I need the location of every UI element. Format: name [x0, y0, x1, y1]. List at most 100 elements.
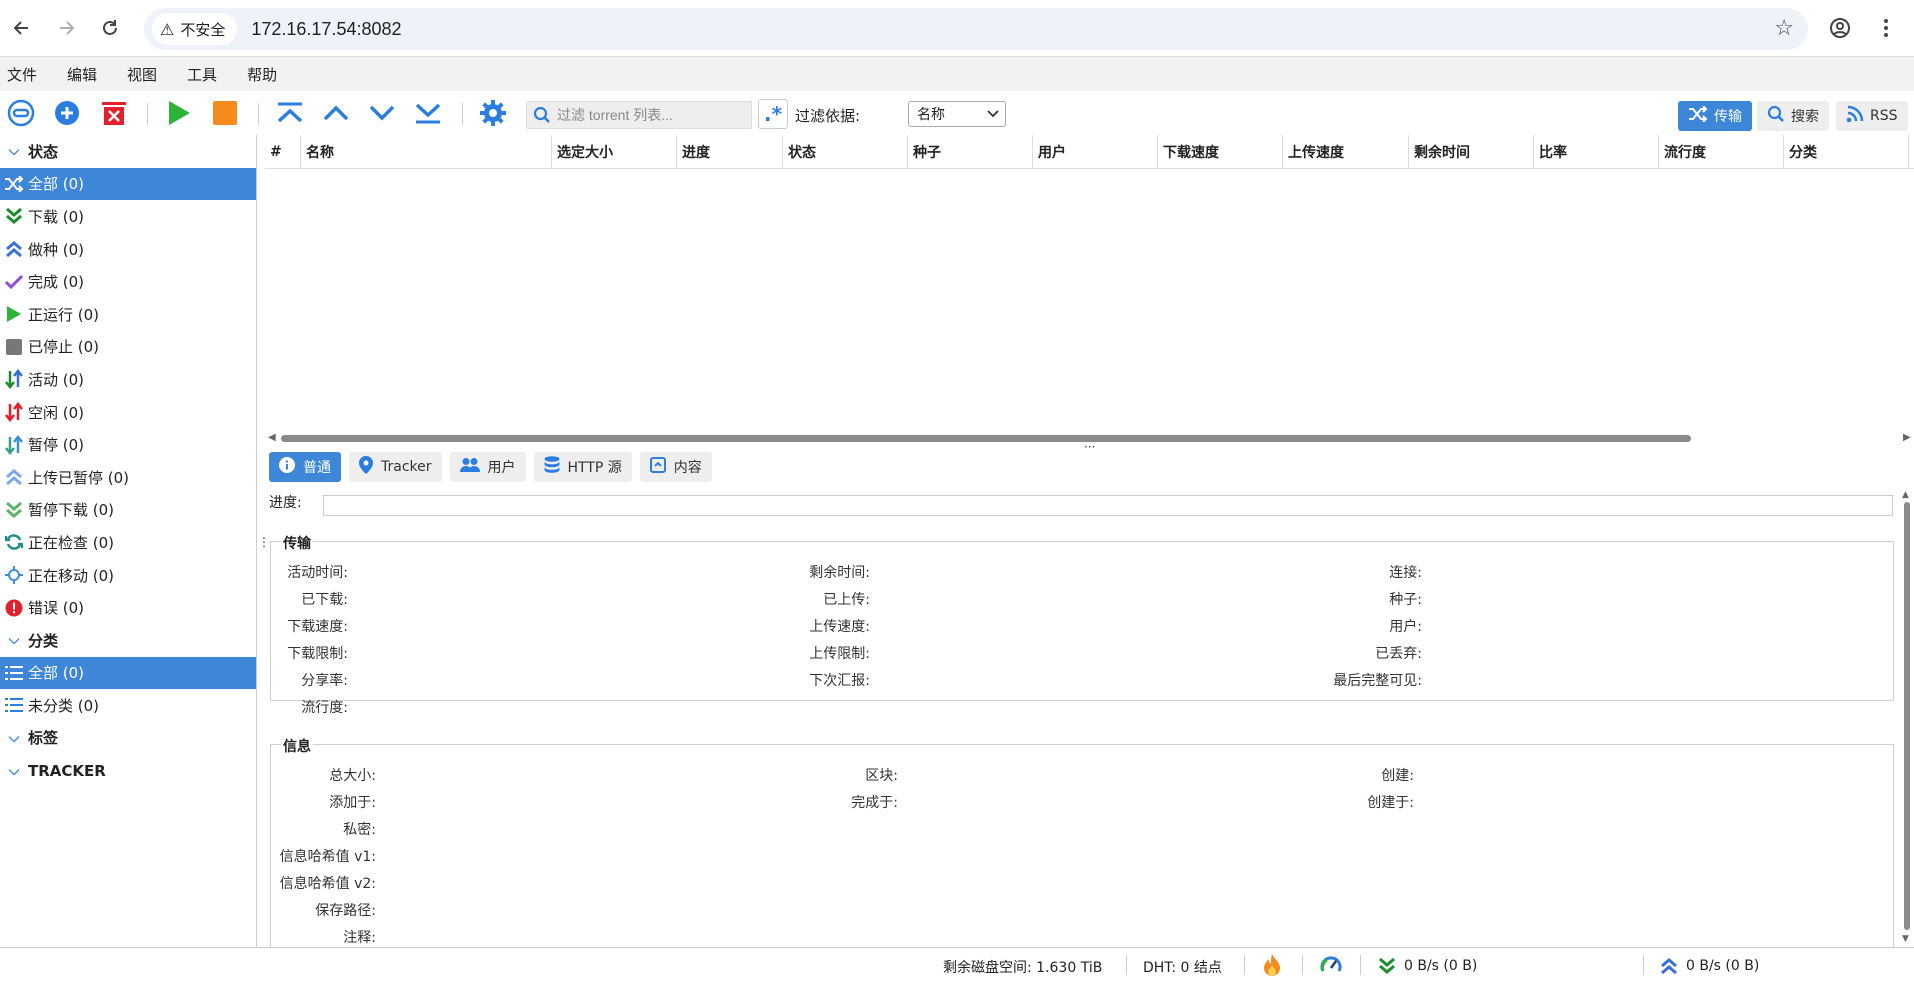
arrow-bottom-icon [415, 103, 441, 124]
move-up-button[interactable] [320, 97, 352, 129]
stop-button[interactable] [209, 97, 241, 129]
sidebar-status-header[interactable]: ⌵ 状态 [0, 135, 256, 168]
column-header[interactable]: 选定大小 [552, 135, 677, 169]
toolbar-separator [258, 103, 259, 125]
sidebar-item-seeding[interactable]: 做种 (0) [0, 233, 256, 266]
sidebar-item-running[interactable]: 正运行 (0) [0, 298, 256, 331]
move-down-button[interactable] [366, 97, 398, 129]
column-header[interactable]: 名称 [301, 135, 552, 169]
sidebar-category-uncategorized[interactable]: 未分类 (0) [0, 689, 256, 722]
scroll-up-icon[interactable]: ▲ [1902, 490, 1909, 500]
scroll-left-icon[interactable]: ◀ [268, 432, 276, 443]
tab-trackers[interactable]: Tracker [349, 452, 442, 482]
sidebar-resize-handle[interactable]: ⋮ [258, 535, 270, 549]
tab-http-sources[interactable]: HTTP 源 [533, 452, 632, 482]
regex-toggle-button[interactable]: .* [758, 99, 788, 129]
column-header[interactable]: 流行度 [1659, 135, 1784, 169]
profile-icon [1830, 18, 1850, 38]
tab-peers[interactable]: 用户 [449, 452, 526, 482]
field-label: 注释: [343, 930, 376, 946]
info-legend: 信息 [281, 736, 313, 756]
sidebar-item-all[interactable]: 全部 (0) [0, 167, 256, 201]
address-bar[interactable]: ⚠ 不安全 172.16.17.54:8082 ☆ [144, 8, 1808, 50]
profile-button[interactable] [1820, 8, 1860, 48]
browser-menu-button[interactable] [1866, 8, 1906, 48]
tab-transfers[interactable]: 传输 [1678, 101, 1752, 131]
menu-file[interactable]: 文件 [7, 64, 37, 85]
field-label: 最后完整可见: [1333, 673, 1422, 689]
chevron-down-icon: ⌵ [8, 632, 20, 649]
properties-vertical-scrollbar[interactable]: ▲ ▼ [1901, 490, 1913, 945]
sidebar-tracker-header[interactable]: ⌵ TRACKER [0, 754, 256, 787]
torrent-filter-input[interactable] [557, 107, 737, 123]
tab-search-label: 搜索 [1791, 109, 1819, 125]
move-top-button[interactable] [274, 97, 306, 129]
column-header[interactable]: 比率 [1534, 135, 1659, 169]
free-disk-space: 剩余磁盘空间: 1.630 TiB [943, 960, 1103, 976]
chevron-up-icon [323, 105, 349, 121]
sidebar-item-moving[interactable]: 正在移动 (0) [0, 559, 256, 592]
column-header[interactable]: 状态 [783, 135, 908, 169]
column-header[interactable]: 分类 [1784, 135, 1909, 169]
back-button[interactable] [2, 8, 42, 48]
bookmark-star-icon[interactable]: ☆ [1774, 16, 1794, 41]
download-icon [4, 206, 24, 226]
sidebar-category-header[interactable]: ⌵ 分类 [0, 624, 256, 657]
add-torrent-button[interactable] [51, 97, 83, 129]
field-label: 已丢弃: [1375, 646, 1422, 662]
moving-icon [4, 565, 24, 585]
torrent-filter-box[interactable] [526, 101, 752, 129]
sidebar-item-inactive[interactable]: 空闲 (0) [0, 396, 256, 429]
field-label: 下次汇报: [809, 673, 870, 689]
field-label: 活动时间: [287, 565, 348, 581]
sidebar-item-error[interactable]: 错误 (0) [0, 591, 256, 624]
chevron-down-icon: ⌵ [8, 729, 20, 746]
column-header[interactable]: 种子 [908, 135, 1033, 169]
tab-rss[interactable]: RSS [1836, 101, 1908, 131]
scrollbar-thumb[interactable] [1904, 502, 1910, 930]
column-header[interactable]: 用户 [1033, 135, 1158, 169]
column-header[interactable]: 上传速度 [1283, 135, 1409, 169]
scroll-right-icon[interactable]: ▶ [1903, 432, 1911, 443]
menu-edit[interactable]: 编辑 [67, 64, 97, 85]
menu-help[interactable]: 帮助 [247, 64, 277, 85]
move-bottom-button[interactable] [412, 97, 444, 129]
regex-icon: .* [763, 102, 783, 126]
connection-status-button[interactable] [1264, 954, 1280, 976]
menu-view[interactable]: 视图 [127, 64, 157, 85]
scrollbar-thumb[interactable] [281, 435, 1691, 442]
speed-limit-toggle-button[interactable] [1320, 955, 1342, 975]
sidebar-item-paused[interactable]: 暂停 (0) [0, 428, 256, 461]
tab-search[interactable]: 搜索 [1757, 101, 1829, 131]
options-button[interactable] [477, 97, 509, 129]
tab-content[interactable]: 内容 [639, 452, 712, 482]
sidebar-item-checking[interactable]: 正在检查 (0) [0, 526, 256, 559]
start-button[interactable] [163, 97, 195, 129]
sidebar-item-downloading[interactable]: 下载 (0) [0, 200, 256, 233]
chevron-down-icon [369, 105, 395, 121]
sidebar-category-all[interactable]: 全部 (0) [0, 656, 256, 690]
column-header[interactable]: 下载速度 [1158, 135, 1283, 169]
sidebar-item-completed[interactable]: 完成 (0) [0, 265, 256, 298]
upload-icon [1661, 958, 1677, 975]
column-header[interactable]: # [265, 135, 301, 169]
delete-button[interactable] [98, 97, 130, 129]
sidebar-item-download-paused[interactable]: 暂停下载 (0) [0, 494, 256, 527]
add-link-button[interactable] [5, 97, 37, 129]
download-icon [1379, 957, 1395, 974]
column-header[interactable]: 剩余时间 [1409, 135, 1534, 169]
sidebar-item-upload-paused[interactable]: 上传已暂停 (0) [0, 461, 256, 494]
speedometer-icon [1320, 956, 1342, 972]
list-icon [4, 663, 24, 683]
forward-button[interactable] [46, 8, 86, 48]
menu-tools[interactable]: 工具 [187, 64, 217, 85]
sidebar-item-stopped[interactable]: 已停止 (0) [0, 331, 256, 364]
tab-general[interactable]: 普通 [269, 452, 341, 482]
sidebar-item-active[interactable]: 活动 (0) [0, 363, 256, 396]
security-chip[interactable]: ⚠ 不安全 [152, 13, 238, 45]
column-header[interactable]: 进度 [677, 135, 783, 169]
sidebar-tags-header[interactable]: ⌵ 标签 [0, 722, 256, 755]
scroll-down-icon[interactable]: ▼ [1902, 934, 1909, 944]
reload-button[interactable] [90, 8, 130, 48]
filter-by-select[interactable]: 名称 [908, 101, 1006, 127]
